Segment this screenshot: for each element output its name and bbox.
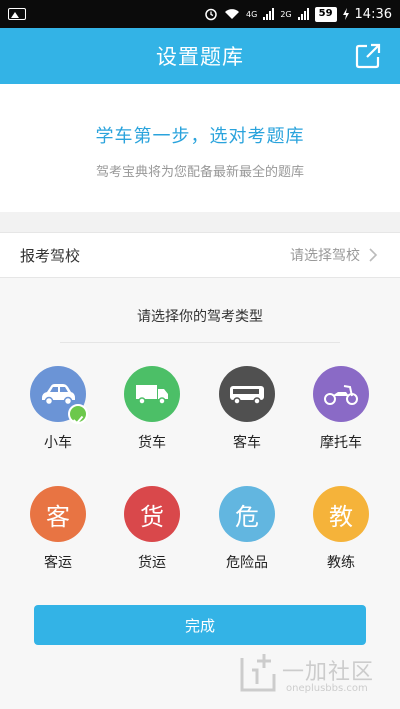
chevron-right-icon	[369, 248, 378, 262]
network-2g-label: 2G	[280, 9, 292, 19]
clock: 14:36	[354, 6, 392, 22]
exam-type-label: 小车	[44, 435, 72, 451]
glyph-huo: 货	[140, 502, 164, 531]
share-out-icon[interactable]	[354, 42, 382, 70]
exam-type-passenger-transport[interactable]: 客 客运	[18, 486, 98, 572]
exam-type-freight-transport[interactable]: 货 货运	[112, 486, 192, 572]
intro-title: 学车第一步，选对考题库	[95, 126, 305, 147]
truck-icon	[124, 366, 180, 422]
exam-type-truck[interactable]: 货车	[112, 366, 192, 452]
instructor-icon: 教	[313, 486, 369, 542]
network-4g-label: 4G	[246, 9, 258, 19]
freight-transport-icon: 货	[124, 486, 180, 542]
app-header: 设置题库	[0, 28, 400, 84]
exam-type-bus[interactable]: 客车	[207, 366, 287, 452]
passenger-transport-icon: 客	[30, 486, 86, 542]
image-notification-icon	[8, 8, 26, 20]
exam-type-label: 货运	[138, 555, 166, 571]
charging-icon	[342, 8, 349, 20]
bus-icon	[219, 366, 275, 422]
oneplus-logo-icon	[240, 654, 276, 692]
status-bar: 4G 2G 59 14:36	[0, 0, 400, 28]
exam-type-instructor[interactable]: 教 教练	[301, 486, 381, 572]
watermark: 一加社区 oneplusbbs.com	[238, 648, 388, 700]
exam-type-label: 教练	[327, 555, 355, 571]
exam-type-label: 货车	[138, 435, 166, 451]
driving-school-row[interactable]: 报考驾校 请选择驾校	[0, 232, 400, 278]
exam-type-motorcycle[interactable]: 摩托车	[301, 366, 381, 452]
driving-school-label: 报考驾校	[20, 246, 81, 265]
intro-subtitle: 驾考宝典将为您配备最新最全的题库	[95, 165, 304, 180]
watermark-text: 一加社区	[282, 660, 375, 685]
page-title: 设置题库	[156, 45, 244, 69]
hazardous-goods-icon: 危	[219, 486, 275, 542]
exam-type-label: 客车	[233, 435, 261, 451]
driving-school-placeholder: 请选择驾校	[290, 248, 360, 264]
intro-card: 学车第一步，选对考题库 驾考宝典将为您配备最新最全的题库	[0, 84, 400, 212]
done-button[interactable]: 完成	[34, 605, 366, 645]
exam-type-car[interactable]: 小车	[18, 366, 98, 452]
motorcycle-icon	[313, 366, 369, 422]
selected-check-icon	[68, 404, 88, 425]
glyph-jiao: 教	[329, 502, 353, 531]
glyph-ke: 客	[46, 502, 70, 531]
divider	[60, 342, 340, 343]
exam-type-label: 客运	[44, 555, 72, 571]
glyph-wei: 危	[235, 502, 259, 531]
signal-icon	[263, 8, 275, 20]
car-icon	[30, 366, 88, 425]
exam-type-title: 请选择你的驾考类型	[137, 309, 263, 325]
exam-type-label: 危险品	[226, 555, 268, 571]
watermark-url: oneplusbbs.com	[286, 683, 368, 694]
exam-type-hazardous[interactable]: 危 危险品	[207, 486, 287, 572]
alarm-icon	[205, 8, 217, 21]
exam-type-label: 摩托车	[320, 435, 362, 451]
wifi-icon	[225, 9, 240, 19]
battery-level: 59	[314, 6, 337, 22]
signal-icon-2	[297, 8, 309, 20]
